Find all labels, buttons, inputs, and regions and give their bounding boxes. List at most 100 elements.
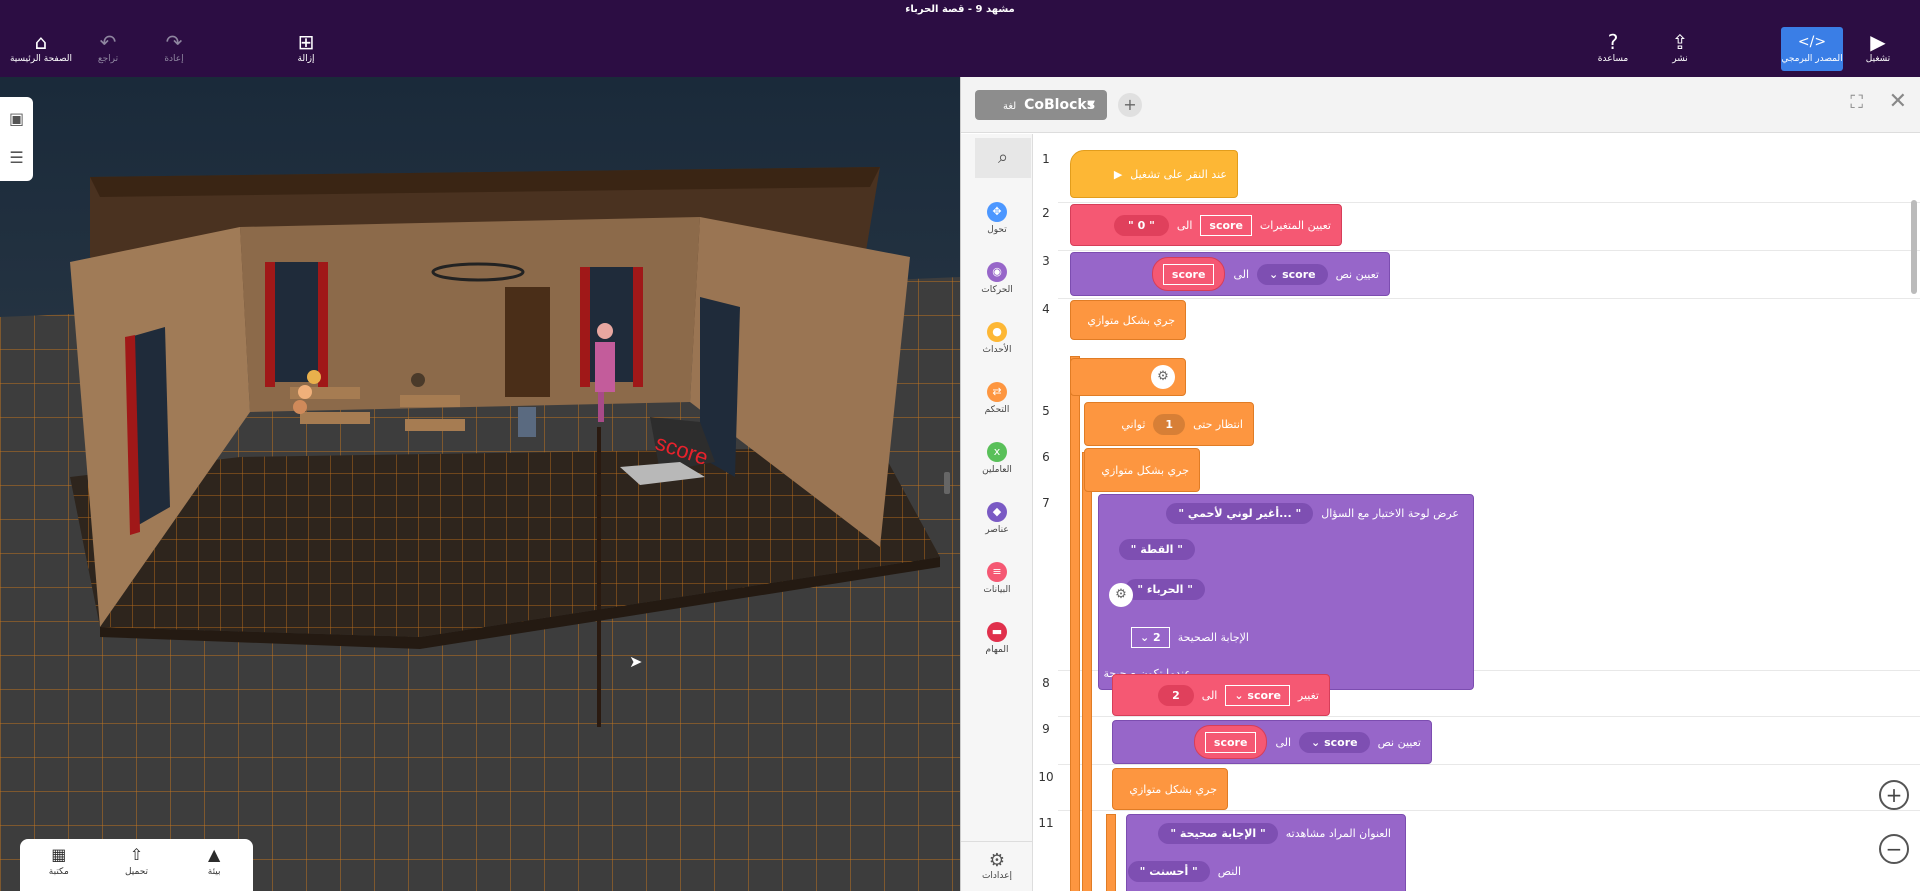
environment-button[interactable]: ▲ بيئة	[184, 845, 244, 891]
line-number: 7	[1042, 496, 1050, 510]
source-code-button[interactable]: </> المصدر البرمجي	[1781, 27, 1843, 71]
scene-viewport[interactable]: score ▣ ☰ ➤ ▦ مكتبة ⇧ تحميل ▲ بيئة	[0, 77, 960, 891]
list-icon[interactable]: ☰	[0, 141, 33, 175]
line-number: 10	[1038, 770, 1054, 784]
variable-dropdown[interactable]: score ⌄	[1225, 684, 1290, 706]
category-icon: ◉	[987, 262, 1007, 282]
category-item[interactable]: ≡ البيانات	[961, 562, 1033, 595]
play-icon: ▶	[1113, 167, 1123, 181]
category-icon: ▬	[987, 622, 1007, 642]
question-field[interactable]: " ...أغير لوني لأحمي "	[1166, 503, 1314, 524]
correct-answer-dropdown[interactable]: 2 ⌄	[1130, 627, 1170, 648]
row-divider	[1058, 202, 1920, 203]
variable-reporter[interactable]: score	[1151, 257, 1226, 291]
gear-icon[interactable]: ⚙	[1151, 365, 1175, 389]
object-dropdown[interactable]: score ⌄	[1257, 263, 1328, 285]
category-label: عناصر	[985, 525, 1009, 535]
parallel-block-arm	[1106, 814, 1116, 891]
publish-button[interactable]: ⇪ نشر	[1645, 30, 1715, 64]
line-number: 5	[1042, 404, 1050, 418]
workspace-scrollbar[interactable]	[1911, 200, 1917, 294]
image-icon[interactable]: ▣	[0, 102, 33, 136]
variable-name-field[interactable]: score	[1200, 214, 1252, 236]
set-variable-block[interactable]: تعيين المتغيرات score الى " 0 "	[1070, 204, 1342, 246]
row-divider	[1058, 764, 1920, 765]
run-button[interactable]: ▶ تشغيل	[1843, 30, 1913, 64]
undo-icon: ↶	[99, 30, 117, 54]
undo-button[interactable]: ↶ تراجع	[73, 30, 143, 64]
option-field[interactable]: " القطة "	[1118, 539, 1195, 560]
search-icon[interactable]: ⌕	[975, 138, 1031, 178]
run-parallel-block[interactable]: جري بشكل متوازي	[1112, 768, 1228, 810]
value-field[interactable]: 2	[1158, 684, 1194, 706]
top-bar: مشهد 9 - قصة الحرباء ⌂ الصفحة الرئيسية ↶…	[0, 0, 1920, 77]
parallel-config-block[interactable]: ⚙	[1070, 358, 1186, 396]
block-toolbox: ⌕ ✥ تحول ◉ الحركات ● الأحداث ⇄ التحكم x العاملين ◆…	[961, 134, 1033, 891]
category-item[interactable]: ✥ تحول	[961, 202, 1033, 235]
run-parallel-block[interactable]: جري بشكل متوازي	[1084, 448, 1200, 492]
expand-icon[interactable]: ⛶	[1850, 92, 1863, 113]
gear-icon[interactable]: ⚙	[1109, 583, 1133, 607]
category-label: العاملين	[982, 465, 1012, 475]
category-item[interactable]: ◉ الحركات	[961, 262, 1033, 295]
left-side-tabs: ▣ ☰	[0, 97, 33, 181]
category-label: الحركات	[981, 285, 1013, 295]
show-title-block[interactable]: العنوان المراد مشاهدته " الإجابة صحيحة "…	[1126, 814, 1406, 891]
play-icon: ▶	[1870, 30, 1886, 54]
library-icon: ▦	[51, 845, 67, 864]
category-item[interactable]: ⇄ التحكم	[961, 382, 1033, 415]
when-run-clicked-block[interactable]: عند النقر على تشغيل ▶	[1070, 150, 1238, 198]
category-label: البيانات	[983, 585, 1011, 595]
block-workspace[interactable]: عند النقر على تشغيل ▶ تعيين المتغيرات sc…	[1058, 134, 1920, 891]
grid-icon: ⊞	[297, 30, 315, 54]
code-icon: </>	[1797, 34, 1827, 50]
library-button[interactable]: ▦ مكتبة	[29, 845, 89, 891]
option-field[interactable]: " الحرباء "	[1125, 579, 1205, 600]
category-label: التحكم	[984, 405, 1010, 415]
help-button[interactable]: ? مساعدة	[1578, 30, 1648, 64]
landscape-icon: ▲	[207, 845, 221, 864]
choice-panel-block[interactable]: عرض لوحة الاختيار مع السؤال " ...أغير لو…	[1098, 494, 1474, 690]
wait-block[interactable]: انتظار حتى 1 ثواني	[1084, 402, 1254, 446]
line-number-gutter: 1 2 3 4 5 6 7 8 9 10 11	[1034, 134, 1058, 891]
set-text-block[interactable]: تعيين نص score ⌄ الى score	[1112, 720, 1432, 764]
zoom-in-button[interactable]: +	[1879, 780, 1909, 810]
category-icon: ⇄	[987, 382, 1007, 402]
category-item[interactable]: ◆ عناصر	[961, 502, 1033, 535]
gear-icon: ⚙	[988, 850, 1006, 871]
text-field[interactable]: " أحسنت "	[1127, 861, 1210, 882]
language-select[interactable]: لغة CoBlocks ▼	[975, 90, 1107, 120]
remove-button[interactable]: ⊞ إزالة	[271, 30, 341, 64]
upload-icon: ⇧	[129, 845, 144, 864]
scene-render[interactable]: score	[0, 77, 960, 891]
bottom-asset-panel: ▦ مكتبة ⇧ تحميل ▲ بيئة	[20, 839, 253, 891]
object-dropdown[interactable]: score ⌄	[1299, 731, 1370, 753]
close-icon[interactable]: ✕	[1889, 89, 1907, 114]
line-number: 1	[1042, 152, 1050, 166]
category-label: المهام	[985, 645, 1009, 655]
category-item[interactable]: x العاملين	[961, 442, 1033, 475]
value-field[interactable]: " 0 "	[1114, 214, 1169, 236]
variable-reporter[interactable]: score	[1193, 725, 1268, 759]
wait-seconds-field[interactable]: 1	[1153, 413, 1186, 435]
code-panel: لغة CoBlocks ▼ + ⛶ ✕ ⌕ ✥ تحول ◉ الحركات ● الأ…	[960, 77, 1920, 891]
settings-button[interactable]: ⚙ إعدادات	[961, 841, 1033, 891]
home-icon: ⌂	[34, 30, 48, 54]
add-tab-button[interactable]: +	[1118, 93, 1142, 117]
category-item[interactable]: ▬ المهام	[961, 622, 1033, 655]
run-parallel-block[interactable]: جري بشكل متوازي	[1070, 300, 1186, 340]
row-divider	[1058, 298, 1920, 299]
title-field[interactable]: " الإجابة صحيحة "	[1158, 823, 1278, 844]
line-number: 8	[1042, 676, 1050, 690]
code-panel-header: لغة CoBlocks ▼ + ⛶ ✕	[961, 77, 1920, 133]
window-title: مشهد 9 - قصة الحرباء	[905, 4, 1015, 15]
set-text-block[interactable]: تعيين نص score ⌄ الى score	[1070, 252, 1390, 296]
category-item[interactable]: ● الأحداث	[961, 322, 1033, 355]
upload-button[interactable]: ⇧ تحميل	[106, 845, 166, 891]
change-variable-block[interactable]: تغيير score ⌄ الى 2	[1112, 674, 1330, 716]
redo-button[interactable]: ↷ إعادة	[139, 30, 209, 64]
row-divider	[1058, 250, 1920, 251]
panel-resize-handle[interactable]	[944, 472, 950, 494]
home-button[interactable]: ⌂ الصفحة الرئيسية	[6, 30, 76, 64]
zoom-out-button[interactable]: −	[1879, 834, 1909, 864]
